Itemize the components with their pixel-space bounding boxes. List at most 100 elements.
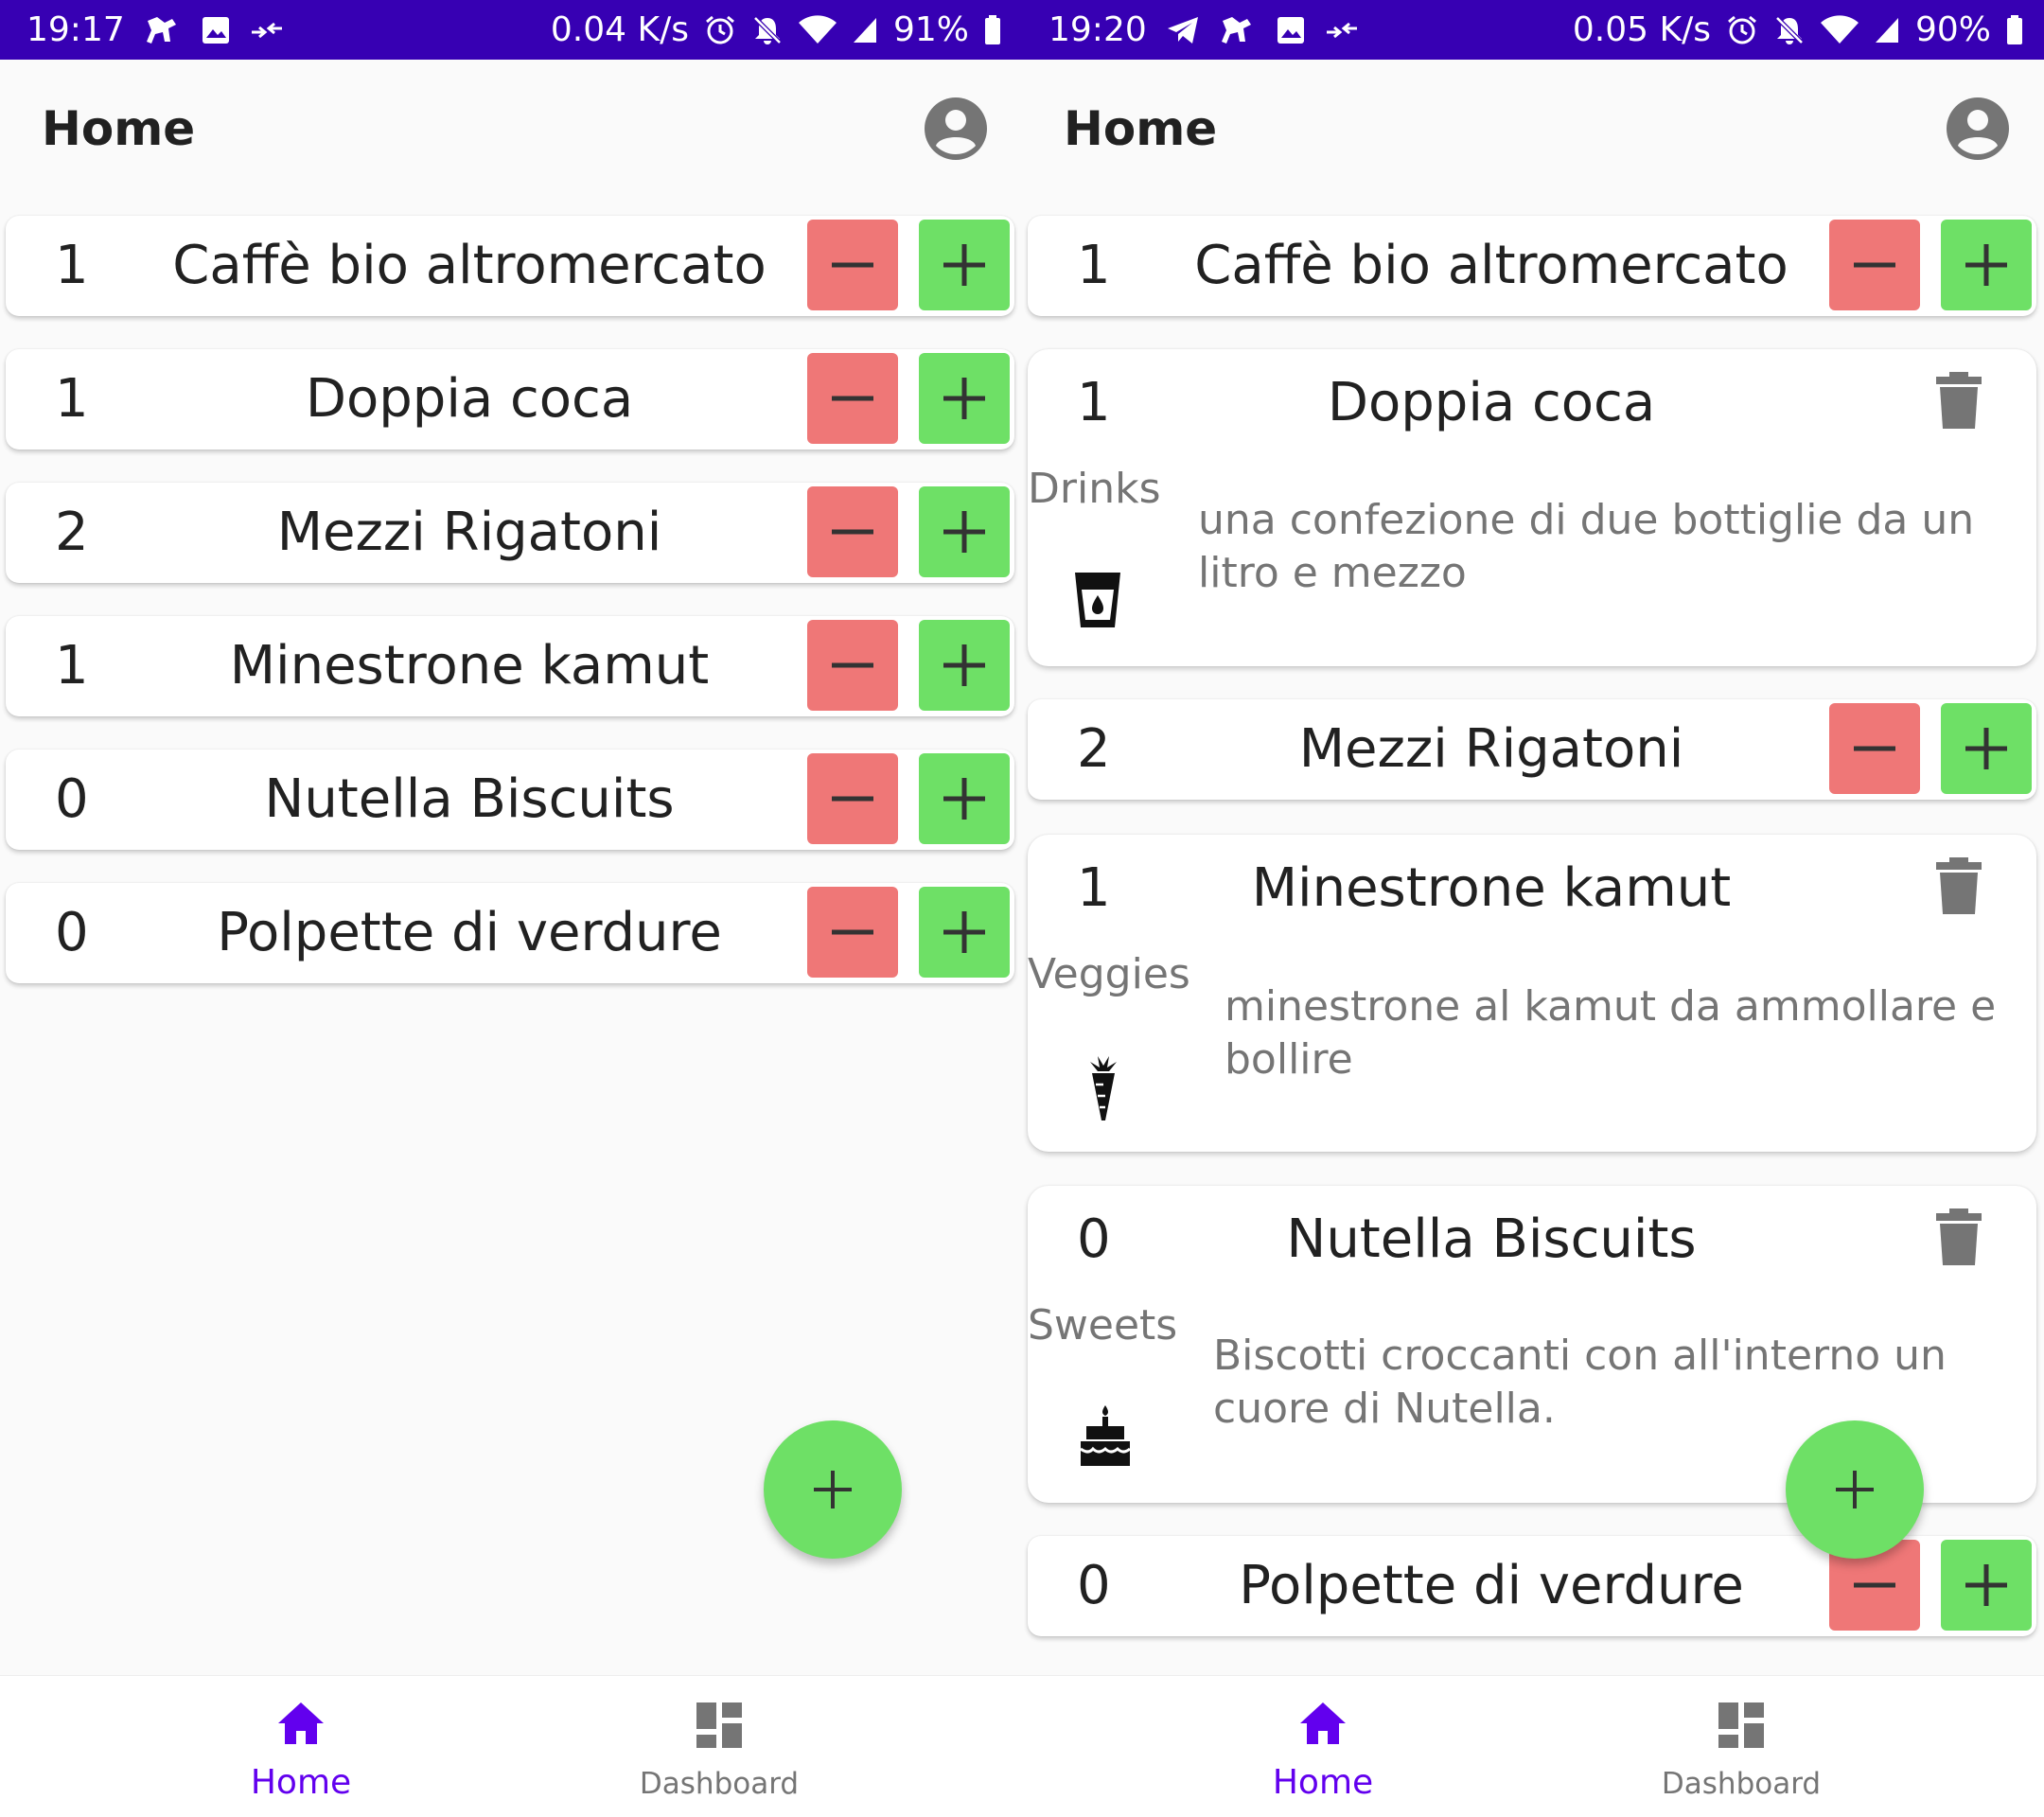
nav-dashboard-label: Dashboard [639,1767,800,1801]
image-icon [1276,15,1306,45]
item-name: Nutella Biscuits [264,768,675,830]
expanded-item-card[interactable]: 1 Minestrone kamut Veggies minestrone al… [1028,835,2036,1152]
battery-icon [984,14,1001,45]
cake-icon [1079,1405,1132,1472]
decrement-button[interactable] [807,353,898,444]
decrement-button[interactable] [807,486,898,577]
minus-icon [1854,262,1895,268]
status-bar: 19:17 0.04 K/s 91% [0,0,1022,60]
plus-icon [943,778,985,820]
decrement-button[interactable] [1829,220,1920,310]
account-icon[interactable] [1946,97,2010,161]
home-icon [1300,1702,1346,1744]
wifi-icon [798,14,837,45]
increment-button[interactable] [919,887,1010,978]
increment-button[interactable] [1941,703,2032,794]
expanded-item-card[interactable]: 1 Doppia coca Drinks una confezione di d… [1028,349,2036,666]
nav-home-label: Home [250,1763,352,1802]
carrot-icon [1086,1054,1120,1126]
list-item[interactable]: 1 Caffè bio altromercato [6,216,1014,316]
nav-home[interactable]: Home [159,1676,443,1817]
increment-button[interactable] [919,620,1010,711]
nav-dashboard[interactable]: Dashboard [577,1676,861,1817]
plus-icon [1965,1564,2007,1606]
decrement-button[interactable] [807,753,898,844]
delete-button[interactable] [1936,1208,1982,1269]
plus-icon [943,378,985,419]
bottom-navigation: Home Dashboard [0,1675,1022,1817]
item-name: Minestrone kamut [1251,857,1732,919]
plus-icon [943,911,985,953]
app-bar: Home [1022,60,2044,202]
item-quantity: 1 [55,635,89,697]
decrement-button[interactable] [807,887,898,978]
delete-button[interactable] [1936,857,1982,918]
data-transfer-icon [250,19,284,42]
item-quantity: 1 [1077,857,1111,919]
nav-home[interactable]: Home [1181,1676,1465,1817]
item-name: Polpette di verdure [217,902,722,963]
increment-button[interactable] [1941,1540,2032,1631]
increment-button[interactable] [919,353,1010,444]
list-item[interactable]: 0 Polpette di verdure [6,883,1014,983]
decrement-button[interactable] [807,620,898,711]
add-item-fab[interactable] [1786,1420,1924,1559]
item-quantity: 2 [55,502,89,563]
minus-icon [1854,746,1895,751]
screen-collapsed: 19:17 0.04 K/s 91% Home 1 Caffè bio altr… [0,0,1022,1817]
network-speed: 0.04 K/s [550,10,689,49]
increment-button[interactable] [919,486,1010,577]
item-name: Doppia coca [1327,372,1656,433]
app-notification-icon [1219,13,1257,47]
decrement-button[interactable] [1829,703,1920,794]
notifications-off-icon [751,14,784,46]
item-description: Biscotti croccanti con all'interno un cu… [1213,1332,1947,1433]
list-item[interactable]: 1 Caffè bio altromercato [1028,216,2036,316]
increment-button[interactable] [1941,220,2032,310]
decrement-button[interactable] [807,220,898,310]
status-bar: 19:20 0.05 K/s 90% [1022,0,2044,60]
home-icon [278,1702,324,1744]
minus-icon [832,796,873,802]
alarm-icon [1726,14,1758,46]
item-quantity: 1 [55,368,89,430]
increment-button[interactable] [919,753,1010,844]
nav-dashboard[interactable]: Dashboard [1599,1676,1883,1817]
increment-button[interactable] [919,220,1010,310]
app-bar: Home [0,60,1022,202]
item-quantity: 0 [55,768,89,830]
list-item[interactable]: 1 Doppia coca [6,349,1014,450]
item-category: Veggies [1028,950,1190,998]
delete-button[interactable] [1936,372,1982,432]
list-item[interactable]: 0 Nutella Biscuits [6,750,1014,850]
item-name: Mezzi Rigatoni [276,502,662,563]
item-quantity: 1 [1077,372,1111,433]
dashboard-icon [696,1702,742,1748]
list-item[interactable]: 2 Mezzi Rigatoni [1028,699,2036,800]
telegram-icon [1166,15,1200,45]
item-category: Drinks [1028,465,1161,513]
app-notification-icon [144,13,182,47]
trash-icon [1936,857,1982,914]
page-title: Home [1064,101,1218,156]
signal-icon [852,16,878,44]
item-quantity: 1 [55,235,89,296]
minus-icon [1854,1582,1895,1588]
list-item[interactable]: 1 Minestrone kamut [6,616,1014,716]
plus-icon [943,244,985,286]
account-icon[interactable] [924,97,988,161]
battery-percent: 90% [1914,10,1991,49]
item-quantity: 0 [1077,1208,1111,1270]
dashboard-icon [1718,1702,1764,1748]
wifi-icon [1820,14,1859,45]
plus-icon [1836,1471,1874,1508]
list-item[interactable]: 2 Mezzi Rigatoni [6,483,1014,583]
plus-icon [943,511,985,553]
item-category: Sweets [1028,1301,1178,1350]
status-time: 19:17 [26,10,125,49]
item-name: Polpette di verdure [1239,1555,1744,1616]
minus-icon [832,396,873,401]
add-item-fab[interactable] [764,1420,902,1559]
alarm-icon [704,14,736,46]
nav-home-label: Home [1272,1763,1374,1802]
